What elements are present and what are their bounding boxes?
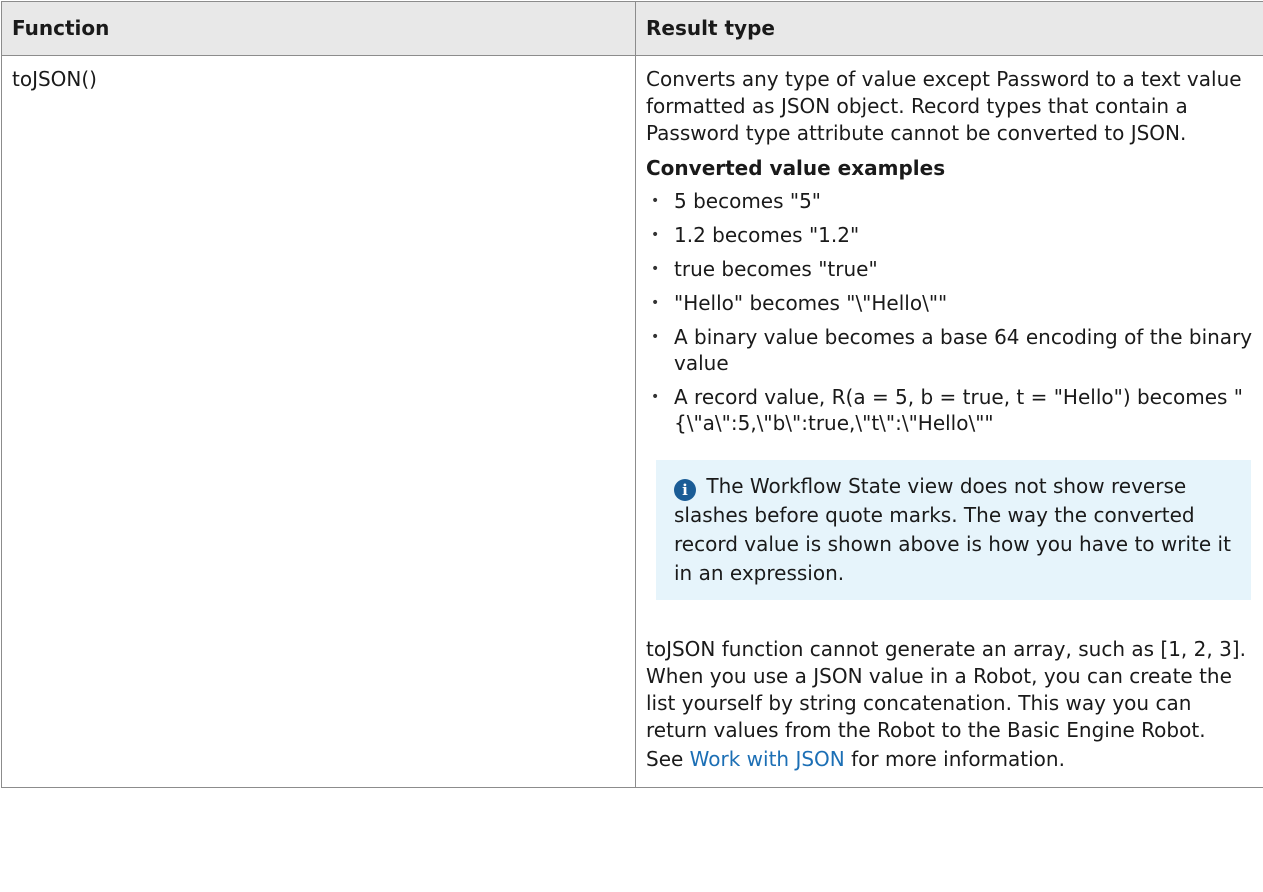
column-header-result-type: Result type xyxy=(635,1,1263,56)
function-description: Converts any type of value except Passwo… xyxy=(646,67,1242,145)
list-item: 5 becomes "5" xyxy=(646,188,1253,214)
note-text: The Workflow State view does not show re… xyxy=(674,474,1231,585)
see-prefix: See xyxy=(646,747,690,771)
list-item: A record value, R(a = 5, b = true, t = "… xyxy=(646,384,1253,436)
list-item: true becomes "true" xyxy=(646,256,1253,282)
column-header-function: Function xyxy=(1,1,636,56)
function-name-cell: toJSON() xyxy=(1,55,636,788)
table-header-row: Function Result type xyxy=(1,1,1263,56)
examples-heading: Converted value examples xyxy=(646,156,946,180)
list-item: 1.2 becomes "1.2" xyxy=(646,222,1253,248)
result-type-cell: Converts any type of value except Passwo… xyxy=(635,55,1263,788)
table-row: toJSON() Converts any type of value exce… xyxy=(1,55,1263,788)
see-also-line: See Work with JSON for more information. xyxy=(646,746,1253,773)
array-limitation-paragraph: toJSON function cannot generate an array… xyxy=(646,637,1246,742)
work-with-json-link[interactable]: Work with JSON xyxy=(690,747,845,771)
list-item: A binary value becomes a base 64 encodin… xyxy=(646,324,1253,376)
list-item: "Hello" becomes "\"Hello\"" xyxy=(646,290,1253,316)
function-table: Function Result type toJSON() Converts a… xyxy=(1,1,1263,788)
info-note: i The Workflow State view does not show … xyxy=(656,460,1251,600)
see-suffix: for more information. xyxy=(844,747,1065,771)
examples-list: 5 becomes "5" 1.2 becomes "1.2" true bec… xyxy=(646,188,1253,436)
info-icon: i xyxy=(674,479,696,501)
